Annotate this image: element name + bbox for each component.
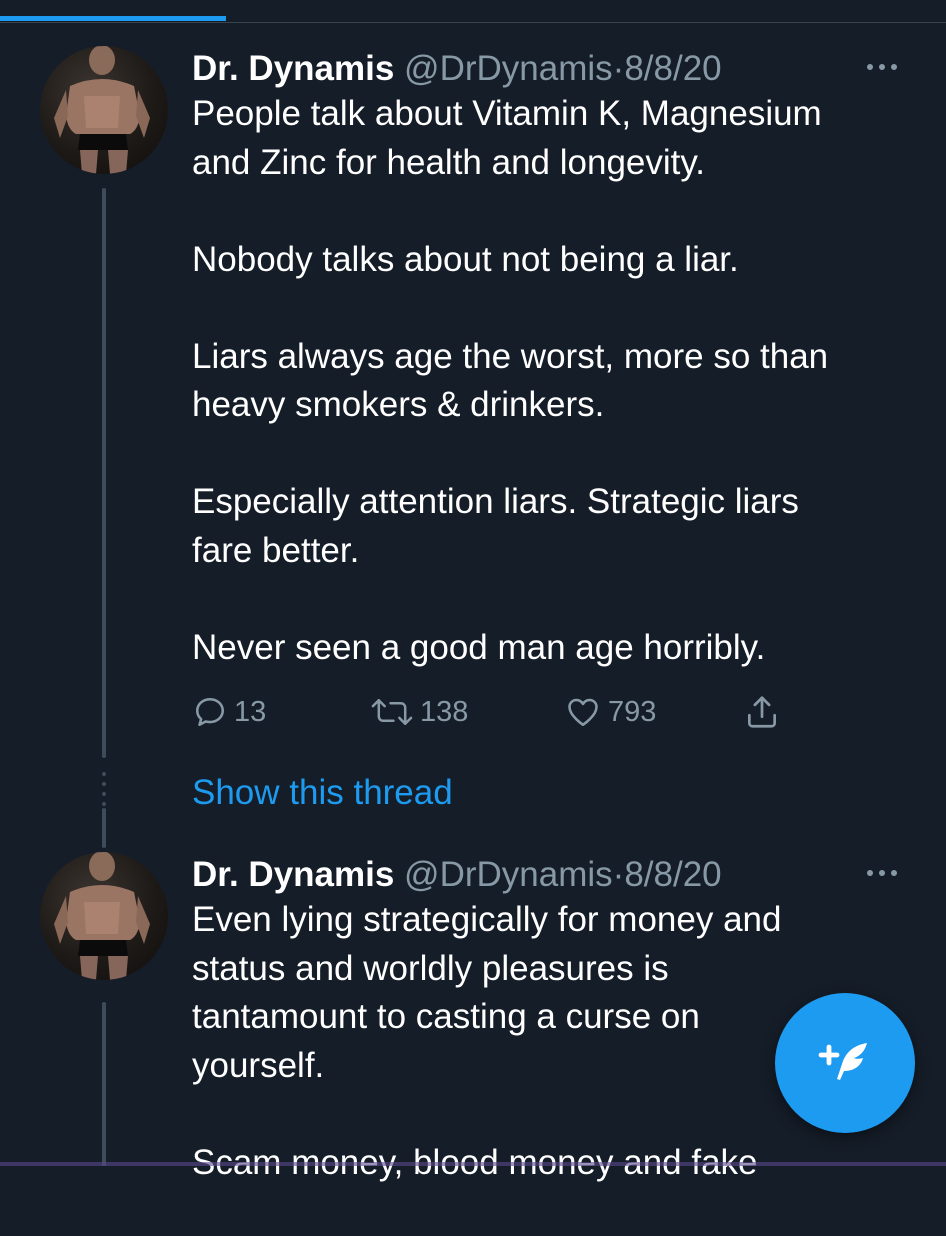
author-name[interactable]: Dr. Dynamis: [192, 855, 394, 894]
tweet-line: status and worldly pleasures is: [192, 948, 669, 988]
reply-count: 13: [234, 695, 267, 728]
tweet-line: Never seen a good man age horribly.: [192, 627, 766, 667]
separator-dot: ·: [612, 49, 625, 88]
tweet-line: Even lying strategically for money and: [192, 900, 782, 939]
thread-connector-line: [102, 188, 106, 758]
tweet-line: Nobody talks about not being a liar.: [192, 239, 739, 279]
tweet-line: Especially attention liars. Strategic li…: [192, 482, 799, 521]
tweet-paragraph: Liars always age the worst, more so than…: [192, 333, 828, 430]
retweet-icon: [371, 699, 413, 725]
author-name[interactable]: Dr. Dynamis: [192, 49, 394, 88]
compose-feather-icon: [818, 1043, 867, 1080]
tweet-paragraph: People talk about Vitamin K, Magnesium a…: [192, 90, 828, 187]
more-horizontal-icon[interactable]: [864, 62, 900, 72]
thread-connector-line: [102, 808, 106, 848]
tweet-line: Liars always age the worst, more so than: [192, 336, 829, 376]
retweet-button[interactable]: 138: [370, 690, 468, 734]
tweet-paragraph: Nobody talks about not being a liar.: [192, 236, 828, 285]
tweet-text: Even lying strategically for money and s…: [192, 896, 781, 1236]
tweet-line: tantamount to casting a curse on: [192, 997, 700, 1036]
author-handle[interactable]: @DrDynamis: [404, 49, 613, 88]
tweet-header: Dr. Dynamis @DrDynamis·8/8/20: [192, 850, 722, 900]
more-horizontal-icon[interactable]: [864, 868, 900, 878]
tweet-line: fare better.: [192, 530, 360, 570]
tweet-paragraph: Never seen a good man age horribly.: [192, 624, 828, 673]
retweet-count: 138: [420, 695, 469, 728]
compose-tweet-button[interactable]: [775, 993, 915, 1133]
author-handle[interactable]: @DrDynamis: [404, 855, 613, 894]
tweet-date[interactable]: 8/8/20: [624, 855, 721, 894]
reply-button[interactable]: 13: [192, 690, 266, 734]
tweet-paragraph: Especially attention liars. Strategic li…: [192, 478, 828, 575]
tweet-actions: 13 138 793: [192, 690, 812, 734]
share-button[interactable]: [742, 690, 782, 734]
top-divider: [0, 22, 946, 23]
like-count: 793: [608, 695, 657, 728]
tweet-header: Dr. Dynamis @DrDynamis·8/8/20: [192, 44, 722, 94]
tweet-date[interactable]: 8/8/20: [624, 49, 721, 88]
tweet-paragraph: Even lying strategically for money and s…: [192, 896, 781, 1090]
tab-active-indicator: [0, 16, 226, 21]
show-thread-link[interactable]: Show this thread: [192, 770, 453, 816]
bottom-bar-accent: [0, 1162, 946, 1166]
tweet-line: yourself.: [192, 1045, 325, 1085]
tweet-line: heavy smokers & drinkers.: [192, 385, 605, 424]
like-button[interactable]: 793: [564, 690, 656, 734]
reply-bubble-icon: [195, 697, 225, 727]
tweet-line: People talk about Vitamin K, Magnesium: [192, 94, 822, 133]
tweet-text: People talk about Vitamin K, Magnesium a…: [192, 90, 828, 721]
thread-gap-dots: [100, 768, 108, 808]
share-upload-icon: [747, 696, 777, 728]
separator-dot: ·: [612, 855, 625, 894]
thread-connector-line: [102, 1002, 106, 1166]
heart-icon: [568, 698, 598, 727]
tweet-line: and Zinc for health and longevity.: [192, 142, 706, 182]
avatar[interactable]: [40, 852, 168, 980]
avatar[interactable]: [40, 46, 168, 174]
